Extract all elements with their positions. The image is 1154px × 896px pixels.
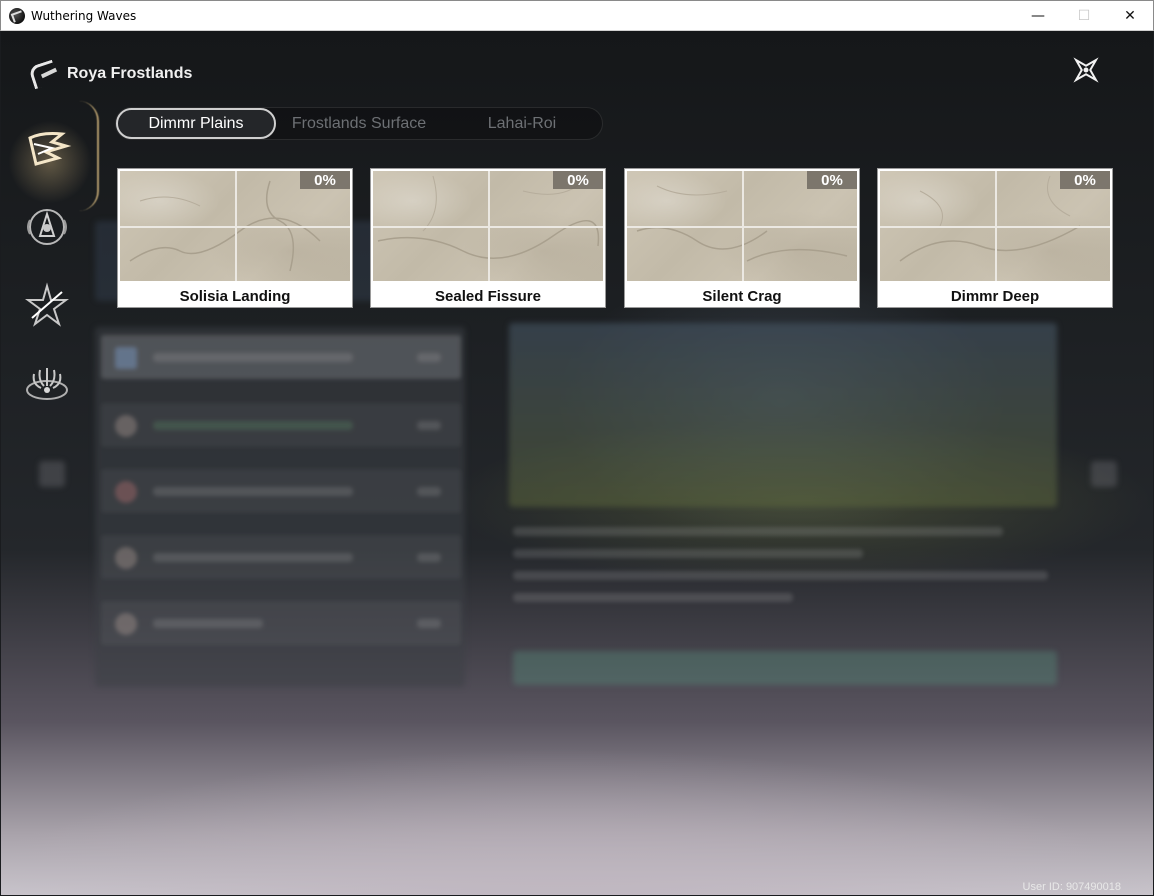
app-logo-icon	[9, 7, 25, 24]
window-titlebar[interactable]: Wuthering Waves — ☐ ✕	[0, 0, 1154, 31]
region-header: Roya Frostlands	[29, 59, 192, 89]
map-grid-line	[373, 226, 603, 228]
sparkle-close-icon	[1073, 57, 1099, 83]
exploration-progress-badge: 0%	[300, 171, 350, 189]
tentacle-crest-icon	[26, 368, 68, 400]
background-list-item	[101, 469, 461, 513]
map-grid-line	[880, 226, 1110, 228]
subregion-tabs: Dimmr Plains Frostlands Surface Lahai-Ro…	[115, 107, 603, 140]
exploration-progress-badge: 0%	[807, 171, 857, 189]
region-emblem-icon	[29, 59, 63, 89]
minimize-button[interactable]: —	[1015, 1, 1061, 31]
background-list-item	[101, 535, 461, 579]
background-left-arrow	[39, 461, 65, 487]
area-card-sealed-fissure[interactable]: 0% Sealed Fissure	[370, 168, 606, 308]
area-name: Silent Crag	[702, 288, 782, 305]
user-id-label: User ID: 907490018	[1022, 881, 1121, 893]
echo-mask-icon	[27, 209, 67, 245]
background-blurred-preview-image	[509, 323, 1057, 507]
map-grid-line	[627, 226, 857, 228]
background-blurred-text	[513, 571, 1048, 580]
window-controls: — ☐ ✕	[1015, 1, 1153, 31]
background-blurred-text	[513, 549, 863, 558]
sidebar-item-crest[interactable]	[19, 357, 75, 413]
area-name: Sealed Fissure	[435, 288, 541, 305]
area-name: Dimmr Deep	[950, 288, 1040, 305]
tab-dimmr-plains[interactable]: Dimmr Plains	[116, 108, 276, 139]
map-grid-line	[120, 226, 350, 228]
wuthering-logo-icon	[28, 132, 72, 166]
exploration-progress-badge: 0%	[553, 171, 603, 189]
area-name: Solisia Landing	[179, 288, 291, 305]
window-title: Wuthering Waves	[31, 8, 137, 23]
background-blurred-text	[513, 593, 793, 602]
maximize-button: ☐	[1077, 8, 1091, 24]
region-name: Roya Frostlands	[67, 65, 193, 82]
area-card-dimmr-deep[interactable]: 0% Dimmr Deep	[877, 168, 1113, 308]
background-right-arrow	[1091, 461, 1117, 487]
area-card-solisia-landing[interactable]: 0% Solisia Landing	[117, 168, 353, 308]
window-close-button[interactable]: ✕	[1107, 1, 1153, 31]
background-list-item	[101, 601, 461, 645]
sidebar-item-echo[interactable]	[19, 199, 75, 255]
background-blurred-action-bar	[513, 651, 1057, 685]
tab-frostlands-surface[interactable]: Frostlands Surface	[276, 108, 442, 139]
sidebar-item-star[interactable]	[19, 277, 75, 333]
sidebar	[1, 111, 101, 451]
exploration-progress-badge: 0%	[1060, 171, 1110, 189]
star-burst-icon	[25, 282, 69, 327]
background-list-item	[101, 403, 461, 447]
background-blurred-text	[513, 527, 1003, 536]
area-card-silent-crag[interactable]: 0% Silent Crag	[624, 168, 860, 308]
sidebar-item-region[interactable]	[19, 121, 75, 177]
game-viewport: Roya Frostlands Dimmr Plains Frostlands …	[1, 31, 1153, 895]
background-list-item	[101, 335, 461, 379]
close-panel-button[interactable]	[1069, 53, 1103, 87]
tab-lahai-roi[interactable]: Lahai-Roi	[442, 108, 602, 139]
